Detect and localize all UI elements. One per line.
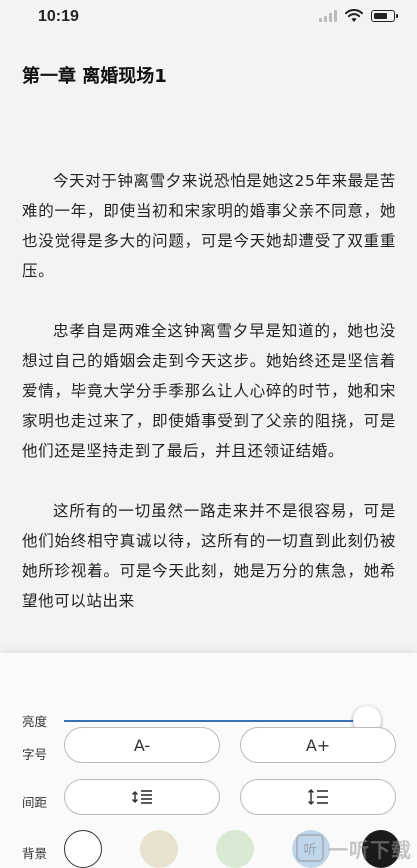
spacing-label: 间距 <box>22 795 48 810</box>
paragraph: 忠孝自是两难全这钟离雪夕早是知道的，她也没想过自己的婚姻会走到今天这步。她始终还… <box>22 322 396 460</box>
wifi-icon <box>345 9 363 22</box>
line-spacing-increase-icon <box>307 788 328 806</box>
paragraph: 这所有的一切虽然一路走来并不是很容易，可是他们始终相守真诚以待，这所有的一切直到… <box>22 502 396 610</box>
battery-icon <box>371 10 398 22</box>
font-decrease-button[interactable]: A- <box>64 727 220 763</box>
watermark-icon: 听 <box>296 834 324 862</box>
font-increase-button[interactable]: A+ <box>240 727 396 763</box>
chapter-title: 第一章 离婚现场1 <box>22 66 167 87</box>
signal-icon <box>319 10 337 22</box>
status-icons <box>319 9 398 23</box>
background-swatch-beige[interactable] <box>140 830 178 868</box>
brightness-label: 亮度 <box>22 714 48 729</box>
brightness-slider-track[interactable] <box>64 720 380 722</box>
line-spacing-decrease-icon <box>131 790 152 804</box>
reader-content: 今天对于钟离雪夕来说恐怕是她这25年来最是苦难的一年，即使当初和宋家明的婚事父亲… <box>22 166 396 646</box>
watermark-logo: 听 一听下载 <box>296 828 417 868</box>
status-time: 10:19 <box>38 8 79 25</box>
status-bar: 10:19 <box>0 0 417 38</box>
font-size-label: 字号 <box>22 747 48 762</box>
background-swatch-green[interactable] <box>216 830 254 868</box>
paragraph: 今天对于钟离雪夕来说恐怕是她这25年来最是苦难的一年，即使当初和宋家明的婚事父亲… <box>22 172 396 280</box>
background-swatch-white[interactable] <box>64 830 102 868</box>
spacing-decrease-button[interactable] <box>64 779 220 815</box>
spacing-increase-button[interactable] <box>240 779 396 815</box>
watermark-text: 一听下载 <box>328 837 412 862</box>
background-label: 背景 <box>22 846 48 861</box>
